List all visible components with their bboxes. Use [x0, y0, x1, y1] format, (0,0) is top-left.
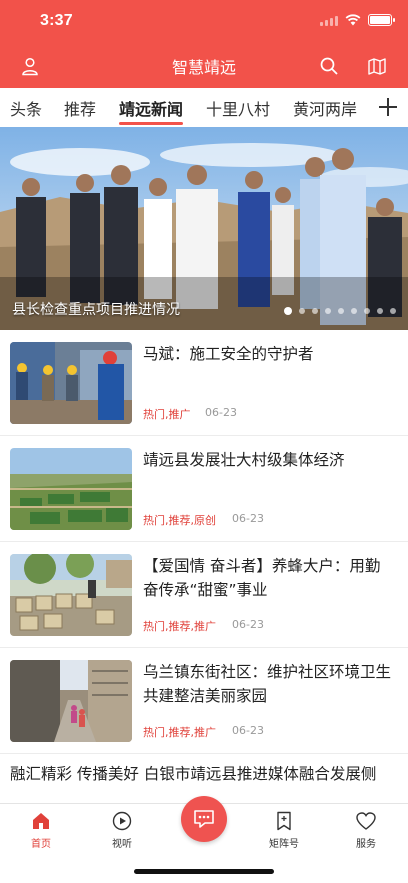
news-item[interactable]: 【爱国情 奋斗者】养蜂大户：用勤奋传承“甜蜜”事业 热门,推荐,推广 06-23: [0, 542, 408, 648]
battery-icon: [368, 14, 395, 26]
news-tags: 热门,推荐,推广: [143, 726, 216, 739]
search-icon[interactable]: [315, 52, 343, 80]
bookmark-icon: [277, 811, 291, 831]
play-icon: [112, 811, 132, 831]
news-date: 06-23: [232, 512, 264, 525]
carousel-dot[interactable]: [390, 308, 396, 314]
tab-recommended[interactable]: 推荐: [64, 96, 96, 120]
heart-icon: [356, 812, 376, 830]
active-tab-indicator: [119, 122, 183, 125]
app-title: 智慧靖远: [171, 58, 236, 77]
nav-label: 视听: [112, 839, 132, 850]
news-item[interactable]: 靖远县发展壮大村级集体经济 热门,推荐,原创 06-23: [0, 436, 408, 542]
tab-headlines[interactable]: 头条: [10, 96, 42, 120]
nav-label: 矩阵号: [269, 839, 299, 850]
news-title: 马斌：施工安全的守护者: [143, 345, 314, 363]
nav-service[interactable]: 服务: [336, 810, 396, 850]
carousel-dot[interactable]: [377, 308, 383, 314]
nav-video[interactable]: 视听: [92, 810, 152, 850]
news-title: 乌兰镇东街社区：维护社区环境卫生 共建整洁美丽家园: [143, 663, 392, 705]
nav-label: 服务: [356, 839, 376, 850]
news-thumbnail: [10, 448, 132, 530]
nav-home[interactable]: 首页: [11, 810, 71, 850]
nav-matrix[interactable]: 矩阵号: [254, 810, 314, 850]
news-thumbnail: [10, 660, 132, 742]
status-icons: [320, 14, 395, 26]
news-title: 靖远县发展壮大村级集体经济: [143, 451, 345, 469]
cellular-signal-icon: [320, 14, 338, 26]
home-icon: [33, 813, 49, 829]
news-thumbnail: [10, 342, 132, 424]
title-bar: 智慧靖远: [0, 44, 408, 88]
carousel-dot[interactable]: [325, 308, 331, 314]
map-icon[interactable]: [363, 52, 391, 80]
news-tags: 热门,推荐,原创: [143, 514, 216, 527]
news-date: 06-23: [232, 618, 264, 631]
carousel-dot[interactable]: [312, 308, 318, 314]
carousel-dot[interactable]: [284, 307, 292, 315]
carousel-dot[interactable]: [338, 308, 344, 314]
status-time: 3:37: [40, 12, 73, 29]
hero-banner[interactable]: 县长检查重点项目推进情况: [0, 127, 408, 330]
news-date: 06-23: [205, 406, 237, 419]
news-title: 【爱国情 奋斗者】养蜂大户：用勤奋传承“甜蜜”事业: [143, 557, 381, 599]
carousel-dots: [284, 307, 396, 315]
carousel-dot[interactable]: [351, 308, 357, 314]
news-item[interactable]: 乌兰镇东街社区：维护社区环境卫生 共建整洁美丽家园 热门,推荐,推广 06-23: [0, 648, 408, 754]
carousel-dot[interactable]: [364, 308, 370, 314]
news-thumbnail: [10, 554, 132, 636]
news-item[interactable]: 马斌：施工安全的守护者 热门,推广 06-23: [0, 330, 408, 436]
add-channel-icon[interactable]: [374, 93, 402, 121]
channel-tabs: 头条 推荐 靖远新闻 十里八村 黄河两岸: [0, 88, 408, 126]
home-indicator: [134, 869, 274, 874]
news-date: 06-23: [232, 724, 264, 737]
news-tags: 热门,推广: [143, 408, 191, 421]
carousel-dot[interactable]: [299, 308, 305, 314]
tab-jingyuan-news[interactable]: 靖远新闻: [119, 96, 183, 120]
hero-caption: 县长检查重点项目推进情况: [12, 302, 180, 318]
tab-villages[interactable]: 十里八村: [206, 96, 270, 120]
news-tags: 热门,推荐,推广: [143, 620, 216, 633]
nav-label: 首页: [31, 839, 51, 850]
chat-icon: [194, 810, 214, 828]
tab-yellow-river[interactable]: 黄河两岸: [293, 96, 357, 120]
wifi-icon: [345, 14, 361, 26]
news-item[interactable]: 融汇精彩 传播美好 白银市靖远县推进媒体融合发展侧: [0, 752, 408, 786]
chat-button[interactable]: [181, 796, 227, 842]
news-title: 融汇精彩 传播美好 白银市靖远县推进媒体融合发展侧: [10, 765, 377, 783]
header: 3:37 智慧靖远: [0, 0, 408, 88]
